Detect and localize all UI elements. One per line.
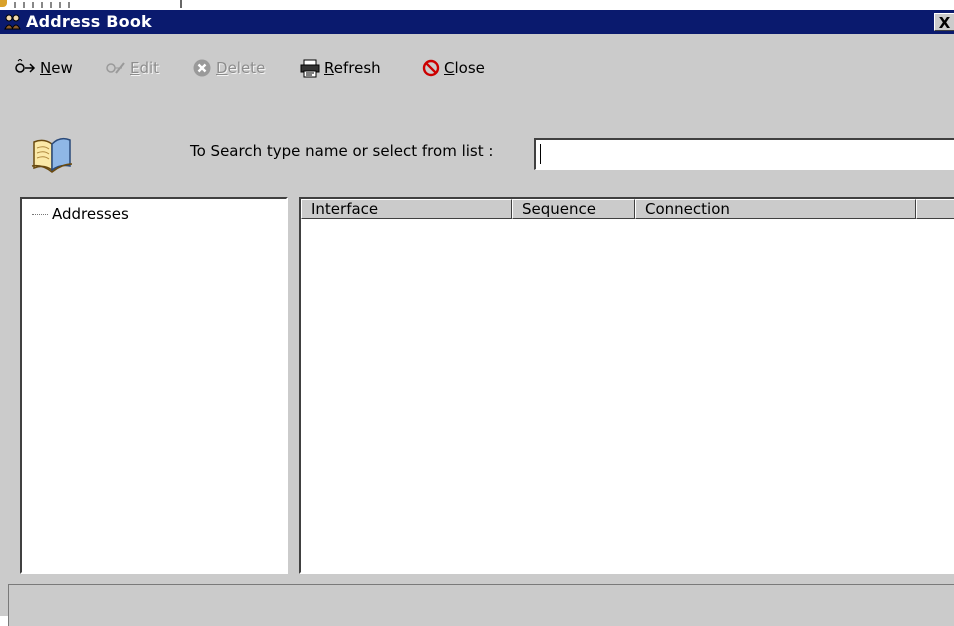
background-app-icon [0,0,7,7]
tree-item-label: Addresses [52,205,129,223]
column-header-interface[interactable]: Interface [301,199,512,219]
status-bar [8,584,954,626]
refresh-button[interactable]: Refresh [300,54,381,82]
address-book-app-icon [4,13,22,35]
delete-icon [193,59,211,77]
tree-item-addresses[interactable]: Addresses [32,205,129,223]
refresh-icon [300,59,320,78]
window-close-button[interactable]: X [934,13,954,32]
refresh-button-label: Refresh [324,59,381,77]
close-button-label: Close [444,59,485,77]
column-header-extra[interactable] [916,199,954,219]
new-icon [15,59,36,73]
close-icon [422,59,440,77]
delete-button[interactable]: Delete [192,54,265,82]
column-header-connection[interactable]: Connection [635,199,916,219]
open-book-icon [30,134,74,178]
address-tree-pane[interactable]: Addresses [20,197,288,574]
search-input[interactable] [534,138,954,170]
background-separator [180,0,182,8]
address-book-window: Address Book X New Edit Delete Refresh C… [0,10,954,626]
edit-icon [106,62,125,74]
background-window-strip [0,0,954,10]
new-button-label: New [40,59,73,77]
address-list-pane[interactable]: Interface Sequence Connection [299,197,954,574]
background-window-title-fragment [14,2,74,8]
tree-connector-line [32,213,48,215]
edit-button-label: Edit [130,59,160,77]
close-button[interactable]: Close [422,54,485,82]
title-bar[interactable]: Address Book X [0,10,954,34]
new-button[interactable]: New [14,54,73,82]
window-title: Address Book [26,12,152,31]
search-label: To Search type name or select from list … [190,142,494,160]
column-header-sequence[interactable]: Sequence [512,199,635,219]
delete-button-label: Delete [216,59,266,77]
text-caret [540,144,541,164]
edit-button[interactable]: Edit [104,54,159,82]
